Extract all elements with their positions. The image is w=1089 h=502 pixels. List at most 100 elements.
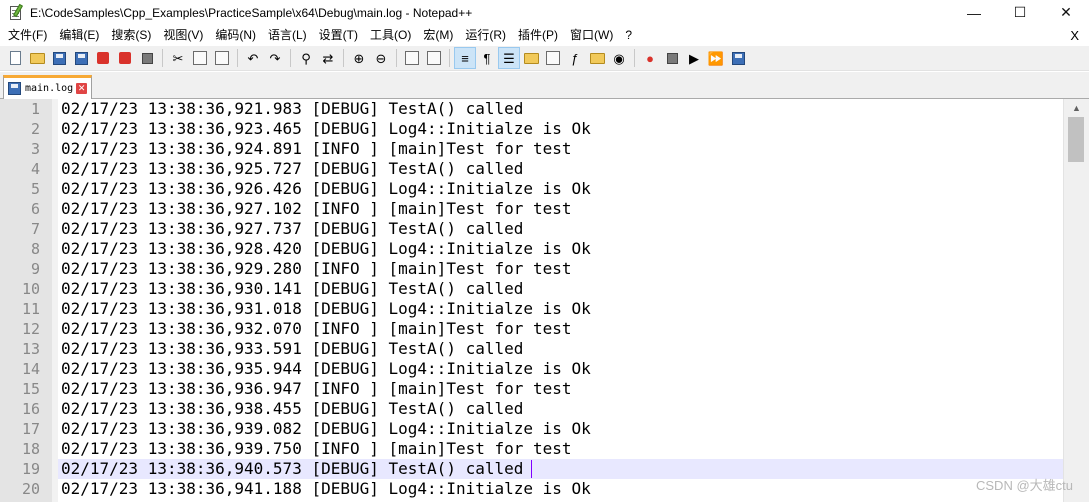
editor-line[interactable]: 19 02/17/23 13:38:36,940.573 [DEBUG] Test…	[0, 459, 1063, 479]
editor-line[interactable]: 18 02/17/23 13:38:36,939.750 [INFO ] [mai…	[0, 439, 1063, 459]
new-file-icon[interactable]	[4, 47, 26, 69]
editor-line[interactable]: 17 02/17/23 13:38:36,939.082 [DEBUG] Log4…	[0, 419, 1063, 439]
line-text[interactable]: 02/17/23 13:38:36,928.420 [DEBUG] Log4::…	[61, 239, 591, 259]
stop-macro-icon[interactable]	[661, 47, 683, 69]
function-list-icon[interactable]: ƒ	[564, 47, 586, 69]
editor-line[interactable]: 12 02/17/23 13:38:36,932.070 [INFO ] [mai…	[0, 319, 1063, 339]
print-icon[interactable]	[136, 47, 158, 69]
find-icon[interactable]: ⚲	[295, 47, 317, 69]
tab-main-log[interactable]: main.log ✕	[3, 75, 92, 99]
minimize-button[interactable]: —	[951, 0, 997, 25]
editor[interactable]: 1 02/17/23 13:38:36,921.983 [DEBUG] TestA…	[0, 99, 1089, 502]
menu-language[interactable]: 语言(L)	[262, 25, 313, 46]
line-text[interactable]: 02/17/23 13:38:36,940.573 [DEBUG] TestA(…	[61, 459, 523, 479]
editor-line[interactable]: 9 02/17/23 13:38:36,929.280 [INFO ] [main…	[0, 259, 1063, 279]
replace-icon[interactable]: ⇄	[317, 47, 339, 69]
sync-horizontal-icon[interactable]	[423, 47, 445, 69]
save-icon[interactable]	[48, 47, 70, 69]
line-text[interactable]: 02/17/23 13:38:36,921.983 [DEBUG] TestA(…	[61, 99, 523, 119]
toolbar-separator	[162, 49, 163, 67]
zoom-in-icon[interactable]: ⊕	[348, 47, 370, 69]
line-text[interactable]: 02/17/23 13:38:36,931.018 [DEBUG] Log4::…	[61, 299, 591, 319]
close-all-icon[interactable]	[114, 47, 136, 69]
editor-line[interactable]: 6 02/17/23 13:38:36,927.102 [INFO ] [main…	[0, 199, 1063, 219]
close-icon[interactable]	[92, 47, 114, 69]
indent-guide-icon[interactable]: ☰	[498, 47, 520, 69]
menu-plugins[interactable]: 插件(P)	[512, 25, 564, 46]
redo-icon[interactable]: ↷	[264, 47, 286, 69]
paste-icon[interactable]	[211, 47, 233, 69]
editor-line[interactable]: 11 02/17/23 13:38:36,931.018 [DEBUG] Log4…	[0, 299, 1063, 319]
editor-line[interactable]: 4 02/17/23 13:38:36,925.727 [DEBUG] TestA…	[0, 159, 1063, 179]
editor-line[interactable]: 2 02/17/23 13:38:36,923.465 [DEBUG] Log4:…	[0, 119, 1063, 139]
menu-tools[interactable]: 工具(O)	[364, 25, 417, 46]
zoom-out-icon[interactable]: ⊖	[370, 47, 392, 69]
line-number: 1	[30, 100, 40, 118]
language-icon[interactable]	[520, 47, 542, 69]
editor-line[interactable]: 13 02/17/23 13:38:36,933.591 [DEBUG] Test…	[0, 339, 1063, 359]
line-text[interactable]: 02/17/23 13:38:36,926.426 [DEBUG] Log4::…	[61, 179, 591, 199]
copy-icon[interactable]	[189, 47, 211, 69]
menu-window[interactable]: 窗口(W)	[564, 25, 619, 46]
menu-help[interactable]: ?	[619, 25, 638, 46]
line-text[interactable]: 02/17/23 13:38:36,925.727 [DEBUG] TestA(…	[61, 159, 523, 179]
menu-settings[interactable]: 设置(T)	[313, 25, 364, 46]
record-macro-icon[interactable]: ●	[639, 47, 661, 69]
line-text[interactable]: 02/17/23 13:38:36,923.465 [DEBUG] Log4::…	[61, 119, 591, 139]
line-text[interactable]: 02/17/23 13:38:36,933.591 [DEBUG] TestA(…	[61, 339, 523, 359]
play-macro-icon[interactable]: ▶	[683, 47, 705, 69]
editor-line[interactable]: 7 02/17/23 13:38:36,927.737 [DEBUG] TestA…	[0, 219, 1063, 239]
folder-workspace-icon[interactable]	[586, 47, 608, 69]
line-text[interactable]: 02/17/23 13:38:36,930.141 [DEBUG] TestA(…	[61, 279, 523, 299]
line-number: 20	[21, 480, 40, 498]
line-number: 10	[21, 280, 40, 298]
line-text[interactable]: 02/17/23 13:38:36,932.070 [INFO ] [main]…	[61, 319, 572, 339]
scroll-thumb[interactable]	[1068, 117, 1084, 162]
menu-run[interactable]: 运行(R)	[459, 25, 512, 46]
line-text[interactable]: 02/17/23 13:38:36,924.891 [INFO ] [main]…	[61, 139, 572, 159]
close-document-button[interactable]: X	[1070, 25, 1079, 46]
close-window-button[interactable]: ✕	[1043, 0, 1089, 25]
monitoring-icon[interactable]: ◉	[608, 47, 630, 69]
menu-edit[interactable]: 编辑(E)	[53, 25, 105, 46]
undo-icon[interactable]: ↶	[242, 47, 264, 69]
line-text[interactable]: 02/17/23 13:38:36,935.944 [DEBUG] Log4::…	[61, 359, 591, 379]
editor-line[interactable]: 20 02/17/23 13:38:36,941.188 [DEBUG] Log4…	[0, 479, 1063, 499]
vertical-scrollbar[interactable]: ▲	[1063, 99, 1089, 502]
menu-search[interactable]: 搜索(S)	[105, 25, 157, 46]
word-wrap-icon[interactable]: ≡	[454, 47, 476, 69]
sync-vertical-icon[interactable]	[401, 47, 423, 69]
scroll-up-arrow[interactable]: ▲	[1064, 99, 1089, 116]
menu-file[interactable]: 文件(F)	[2, 25, 53, 46]
run-macro-multiple-icon[interactable]: ⏩	[705, 47, 727, 69]
show-all-chars-icon[interactable]: ¶	[476, 47, 498, 69]
line-text[interactable]: 02/17/23 13:38:36,938.455 [DEBUG] TestA(…	[61, 399, 523, 419]
menu-view[interactable]: 视图(V)	[157, 25, 209, 46]
editor-line[interactable]: 15 02/17/23 13:38:36,936.947 [INFO ] [mai…	[0, 379, 1063, 399]
editor-line[interactable]: 8 02/17/23 13:38:36,928.420 [DEBUG] Log4:…	[0, 239, 1063, 259]
toolbar-separator	[343, 49, 344, 67]
editor-line[interactable]: 5 02/17/23 13:38:36,926.426 [DEBUG] Log4:…	[0, 179, 1063, 199]
editor-line[interactable]: 16 02/17/23 13:38:36,938.455 [DEBUG] Test…	[0, 399, 1063, 419]
save-macro-icon[interactable]	[727, 47, 749, 69]
editor-line[interactable]: 3 02/17/23 13:38:36,924.891 [INFO ] [main…	[0, 139, 1063, 159]
doc-map-icon[interactable]	[542, 47, 564, 69]
maximize-button[interactable]: ☐	[997, 0, 1043, 25]
line-text[interactable]: 02/17/23 13:38:36,929.280 [INFO ] [main]…	[61, 259, 572, 279]
line-text[interactable]: 02/17/23 13:38:36,927.102 [INFO ] [main]…	[61, 199, 572, 219]
line-text[interactable]: 02/17/23 13:38:36,939.082 [DEBUG] Log4::…	[61, 419, 591, 439]
menu-macro[interactable]: 宏(M)	[417, 25, 459, 46]
cut-icon[interactable]: ✂	[167, 47, 189, 69]
editor-line[interactable]: 10 02/17/23 13:38:36,930.141 [DEBUG] Test…	[0, 279, 1063, 299]
open-file-icon[interactable]	[26, 47, 48, 69]
line-text[interactable]: 02/17/23 13:38:36,936.947 [INFO ] [main]…	[61, 379, 572, 399]
menu-encoding[interactable]: 编码(N)	[209, 25, 262, 46]
line-text[interactable]: 02/17/23 13:38:36,941.188 [DEBUG] Log4::…	[61, 479, 591, 499]
tab-close-icon[interactable]: ✕	[76, 83, 88, 94]
line-text[interactable]: 02/17/23 13:38:36,939.750 [INFO ] [main]…	[61, 439, 572, 459]
save-all-icon[interactable]	[70, 47, 92, 69]
editor-line[interactable]: 14 02/17/23 13:38:36,935.944 [DEBUG] Log4…	[0, 359, 1063, 379]
line-text[interactable]: 02/17/23 13:38:36,927.737 [DEBUG] TestA(…	[61, 219, 523, 239]
editor-line[interactable]: 1 02/17/23 13:38:36,921.983 [DEBUG] TestA…	[0, 99, 1063, 119]
watermark: CSDN @大雄ctu	[976, 478, 1073, 493]
